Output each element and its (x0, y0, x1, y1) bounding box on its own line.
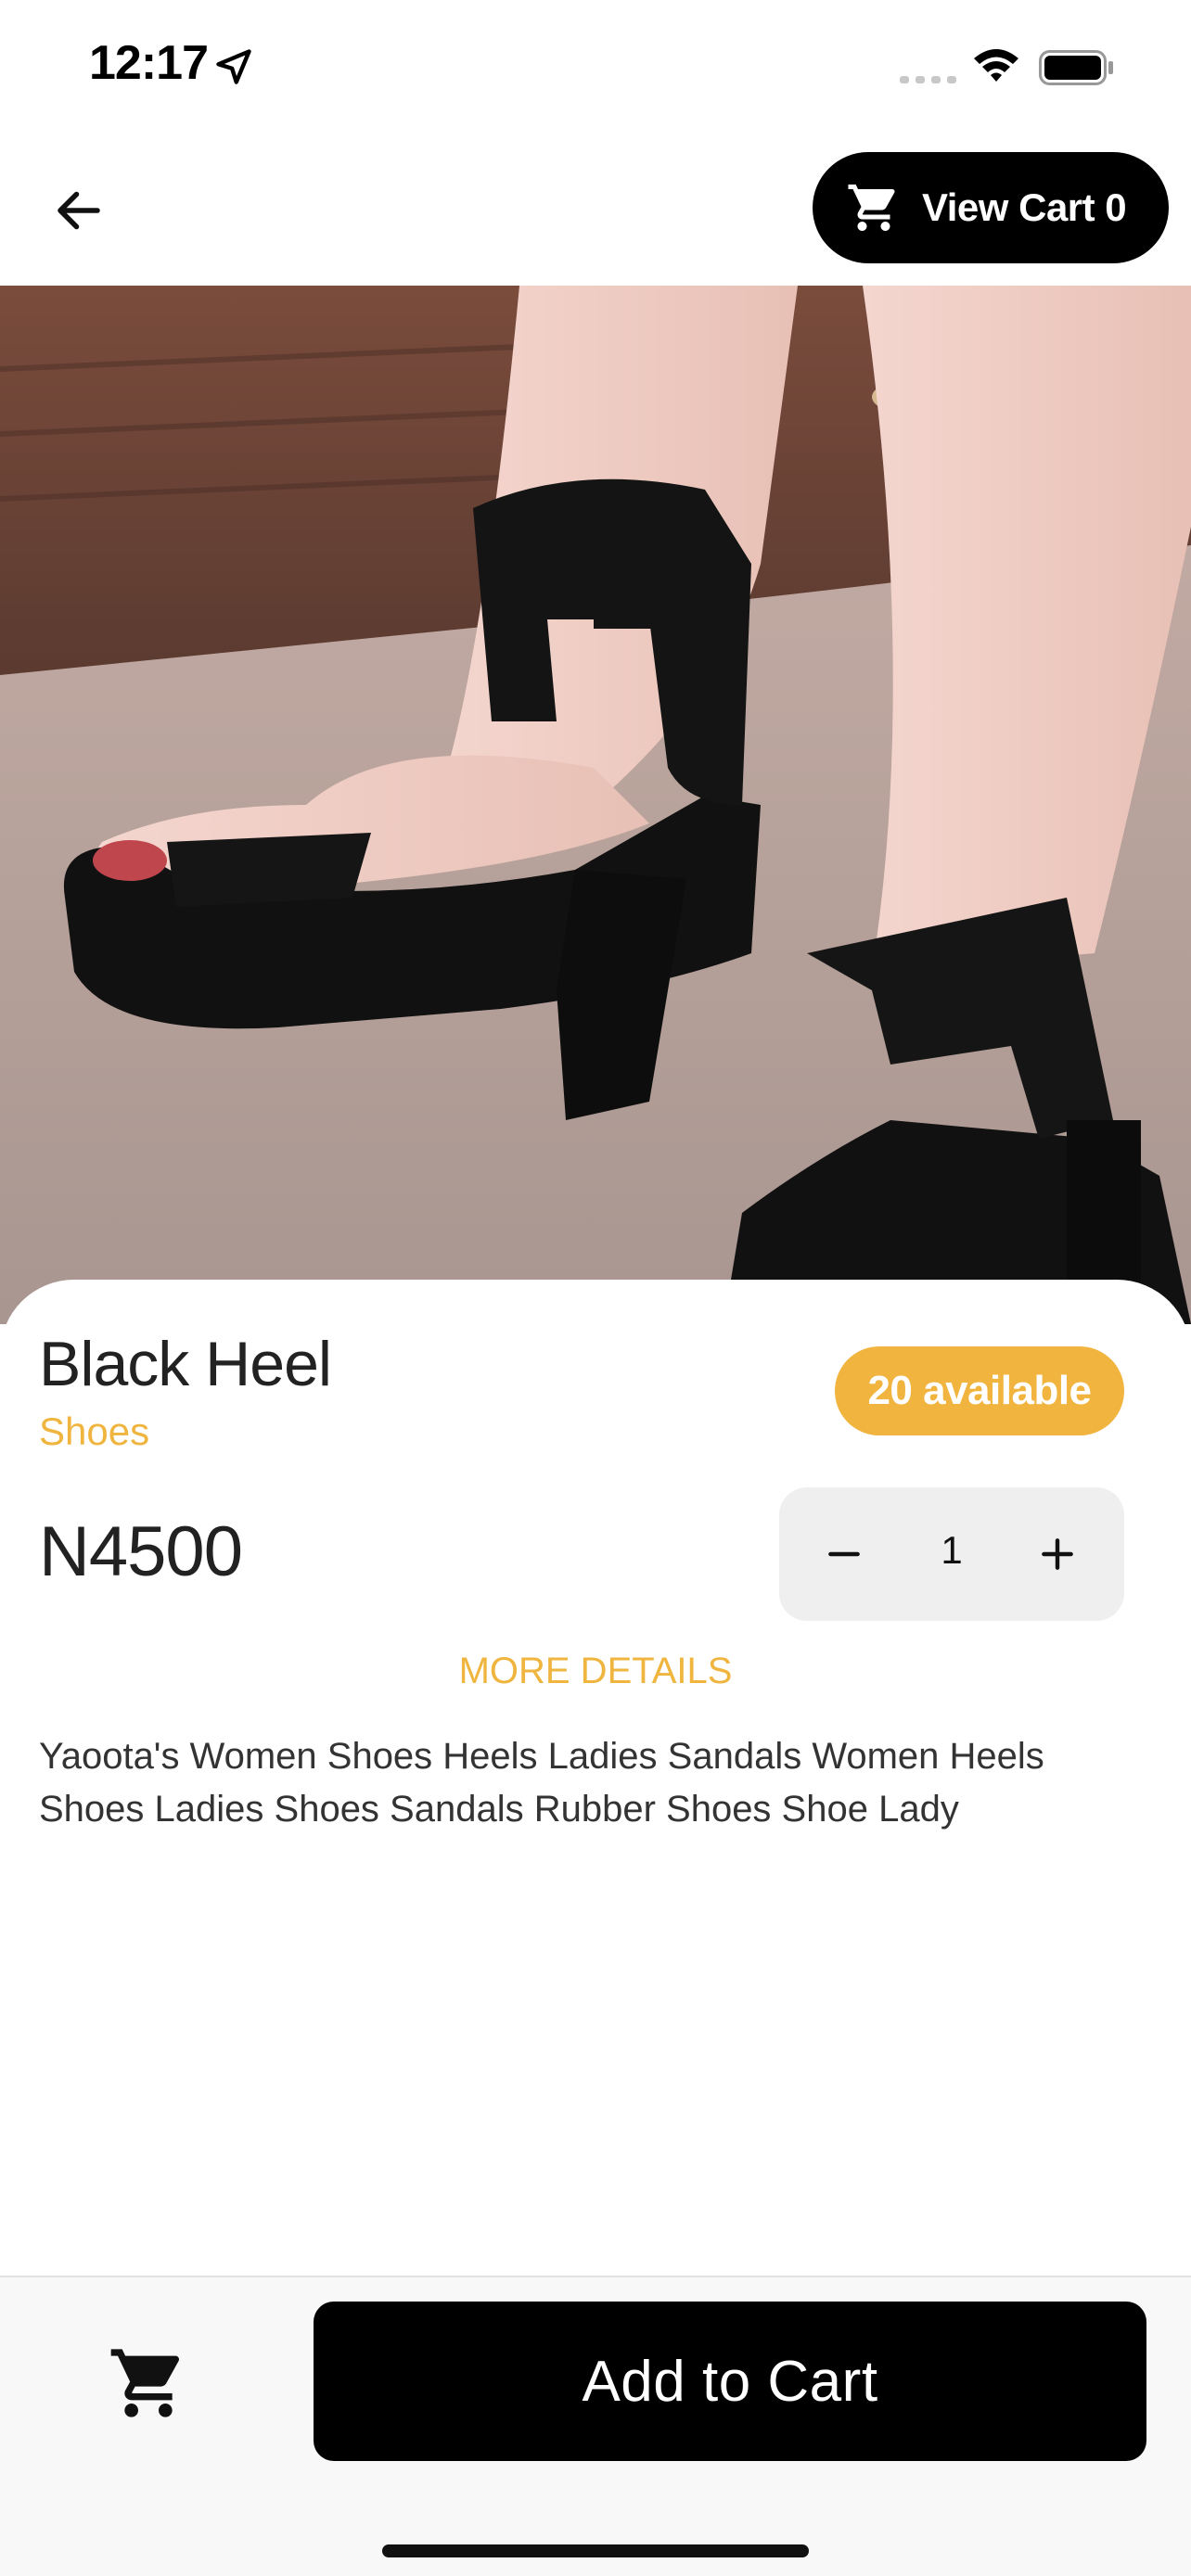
quantity-value: 1 (941, 1528, 963, 1572)
product-title: Black Heel (39, 1329, 332, 1399)
back-button[interactable] (45, 176, 113, 245)
battery-icon (1039, 50, 1113, 85)
signal-icon (900, 76, 956, 83)
increase-quantity-button[interactable] (1030, 1526, 1085, 1582)
status-time: 12:17 (89, 36, 209, 90)
view-cart-label: View Cart 0 (922, 185, 1127, 229)
decrease-quantity-button[interactable] (816, 1526, 872, 1582)
product-detail-screen: 12:17 View Cart 0 Black Heel Shoes 20 av… (0, 0, 1191, 2576)
product-description: Yaoota's Women Shoes Heels Ladies Sandal… (39, 1736, 1044, 1830)
cart-icon[interactable] (108, 2342, 189, 2424)
location-arrow-icon (216, 49, 251, 84)
plus-icon (1042, 1538, 1073, 1570)
cart-icon (848, 185, 895, 231)
product-category: Shoes (39, 1409, 150, 1453)
product-details-sheet: Black Heel Shoes 20 available N4500 1 MO… (0, 1280, 1191, 2277)
product-photo (0, 286, 1191, 1324)
top-nav: View Cart 0 (0, 139, 1191, 287)
view-cart-button[interactable]: View Cart 0 (813, 152, 1169, 263)
more-details-link[interactable]: MORE DETAILS (0, 1651, 1191, 1692)
home-indicator (382, 2544, 809, 2557)
add-to-cart-button[interactable]: Add to Cart (314, 2302, 1146, 2461)
product-price: N4500 (39, 1512, 243, 1591)
status-bar: 12:17 (0, 0, 1191, 139)
arrow-left-icon (58, 191, 100, 230)
minus-icon (828, 1551, 860, 1557)
quantity-stepper: 1 (779, 1487, 1124, 1621)
bottom-action-bar: Add to Cart (0, 2276, 1191, 2576)
wifi-icon (974, 49, 1018, 82)
stock-badge: 20 available (835, 1346, 1124, 1435)
